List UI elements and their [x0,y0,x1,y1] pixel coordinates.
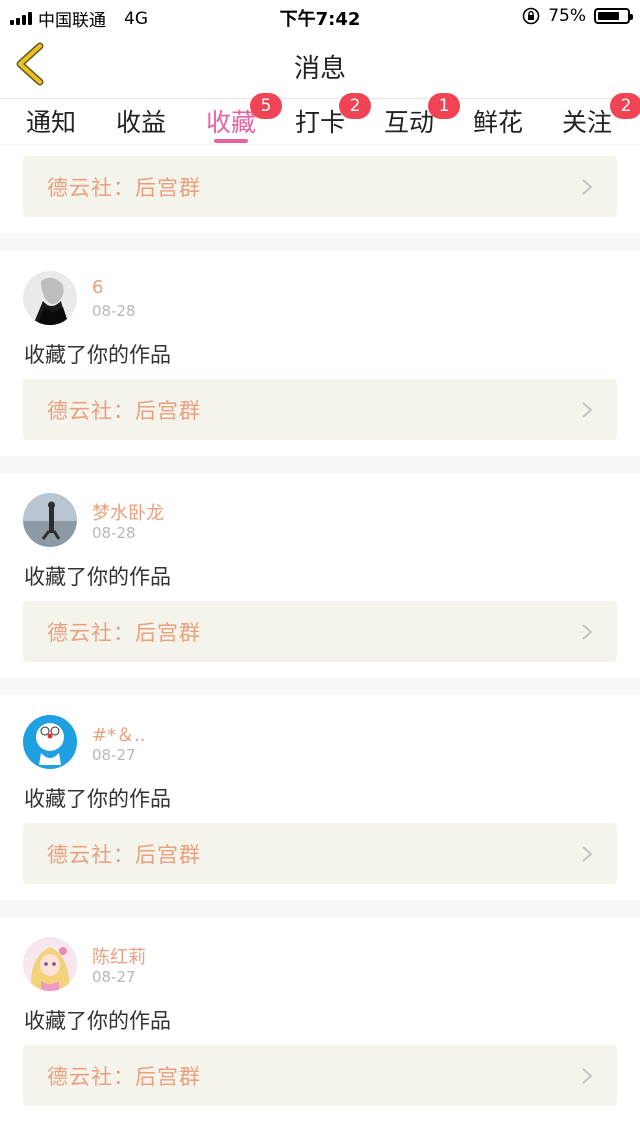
action-text: 收藏了你的作品 [24,1009,171,1033]
status-right: 75% [522,6,633,26]
message-card: 梦水卧龙 08-28 收藏了你的作品 德云社：后宫群 [0,473,640,678]
tab-interaction[interactable]: 互动 1 [384,93,460,139]
message-card: #*＆.. 08-27 收藏了你的作品 德云社：后宫群 [0,695,640,900]
group-link[interactable]: 德云社：后宫群 [23,1045,617,1106]
post-date: 08-27 [92,968,136,986]
message-card: 6 08-28 收藏了你的作品 德云社：后宫群 [0,251,640,456]
tab-earnings[interactable]: 收益 [116,103,166,139]
action-text: 收藏了你的作品 [24,343,171,367]
tab-follow[interactable]: 关注 2 [562,93,640,139]
avatar[interactable] [23,493,77,547]
interaction-badge: 1 [428,93,460,119]
checkin-badge: 2 [339,93,371,119]
user-name[interactable]: #*＆.. [92,721,146,747]
portrait-avatar-icon [23,271,77,325]
user-name[interactable]: 梦水卧龙 [92,499,164,525]
group-name: 德云社：后宫群 [47,621,201,645]
tab-label: 收藏 [206,108,257,137]
battery-percent: 75% [548,6,586,26]
tab-label: 互动 [384,108,435,137]
chevron-right-icon [582,624,593,640]
rotation-lock-icon [522,7,540,25]
chevron-right-icon [582,846,593,862]
anime-girl-avatar-icon [23,937,77,991]
group-link[interactable]: 德云社：后宫群 [23,601,617,662]
avatar[interactable] [23,271,77,325]
chevron-right-icon [582,1068,593,1084]
user-name[interactable]: 陈红莉 [92,943,146,969]
beach-photo-avatar-icon [23,493,77,547]
post-date: 08-28 [92,302,136,320]
status-bar: 中国联通 4G 下午7:42 75% [0,0,640,32]
group-link[interactable]: 德云社：后宫群 [23,156,617,217]
favorites-badge: 5 [250,93,282,119]
tab-notifications[interactable]: 通知 [26,103,76,139]
chevron-right-icon [582,402,593,418]
action-text: 收藏了你的作品 [24,787,171,811]
chevron-right-icon [582,179,593,195]
nav-bar: 消息 [0,32,640,99]
tab-label: 打卡 [295,108,346,137]
tab-label: 通知 [26,108,77,137]
tab-label: 收益 [116,108,167,137]
message-card: 陈红莉 08-27 收藏了你的作品 德云社：后宫群 [0,917,640,1138]
tab-bar: 通知 收益 收藏 5 打卡 2 互动 1 鲜花 关注 2 [0,93,640,144]
post-date: 08-27 [92,746,136,764]
group-link[interactable]: 德云社：后宫群 [23,823,617,884]
avatar[interactable] [23,937,77,991]
avatar[interactable] [23,715,77,769]
page-title: 消息 [293,54,346,84]
tab-favorites[interactable]: 收藏 5 [206,93,282,139]
group-name: 德云社：后宫群 [47,843,201,867]
post-date: 08-28 [92,524,136,542]
group-name: 德云社：后宫群 [47,176,201,200]
tab-label: 鲜花 [473,108,524,137]
follow-badge: 2 [610,93,640,119]
tab-flowers[interactable]: 鲜花 [473,103,523,139]
action-text: 收藏了你的作品 [24,565,171,589]
battery-icon [594,8,633,24]
group-name: 德云社：后宫群 [47,399,201,423]
battery-level [598,12,619,20]
group-name: 德云社：后宫群 [47,1065,201,1089]
user-name[interactable]: 6 [92,277,103,298]
active-tab-indicator [214,139,248,143]
tab-checkin[interactable]: 打卡 2 [295,93,371,139]
message-card-partial: 德云社：后宫群 [0,145,640,233]
group-link[interactable]: 德云社：后宫群 [23,379,617,440]
tab-label: 关注 [562,108,613,137]
doraemon-avatar-icon [23,715,77,769]
